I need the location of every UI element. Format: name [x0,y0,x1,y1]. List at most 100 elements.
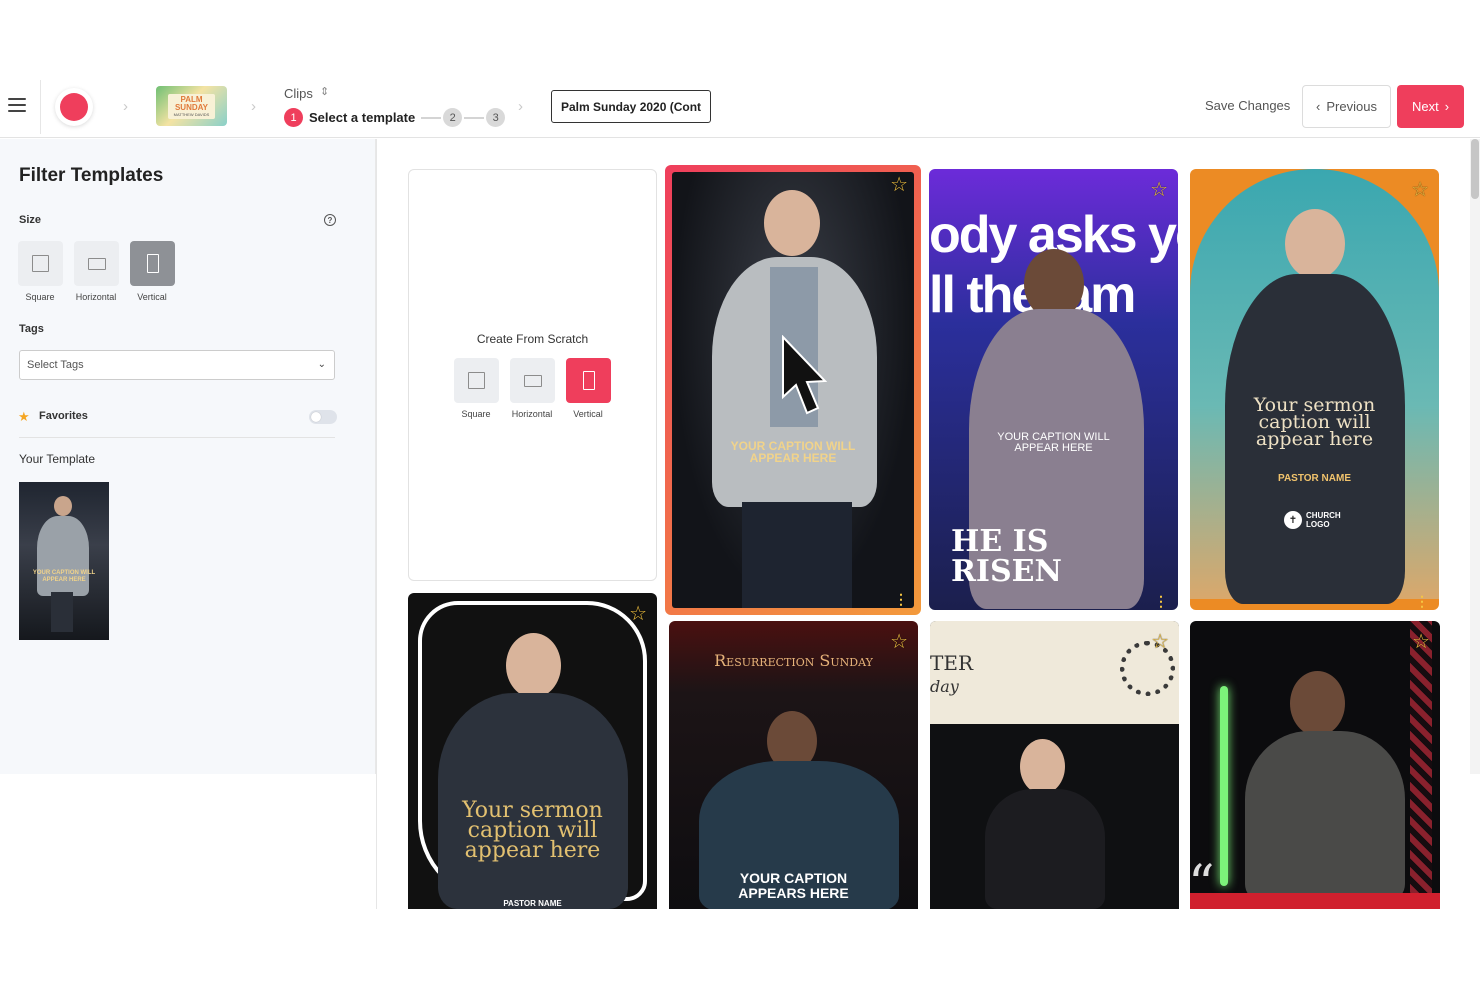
tags-placeholder: Select Tags [27,359,84,371]
step-1-label: Select a template [309,110,416,125]
template-card-4[interactable]: Your sermon caption will appear here PAS… [408,593,657,909]
step-connector [421,116,442,119]
horizontal-icon [87,257,106,270]
star-icon[interactable]: ☆ [890,172,908,197]
vertical-icon [582,371,595,390]
scratch-title: Create From Scratch [476,332,589,346]
star-icon[interactable]: ☆ [629,601,647,626]
project-name-field[interactable]: Palm Sunday 2020 (Cont [551,90,711,123]
tags-label: Tags [19,323,44,335]
thumb-line3: MATTHEW DAVIDS [173,111,210,117]
filter-sidebar: Filter Templates Size ? Square Horizonta… [0,139,376,774]
scrollbar[interactable] [1470,139,1480,774]
size-square-label: Square [25,292,55,302]
scratch-square-label: Square [461,409,491,419]
step-connector [464,116,485,119]
quote-icon: “ [1190,855,1215,909]
star-icon[interactable]: ☆ [1151,629,1169,654]
speaker-legs [51,592,73,632]
template-pastor: PASTOR NAME [1278,473,1351,484]
square-icon [468,372,485,389]
speaker-legs [742,502,852,608]
chevron-right-icon: › [518,98,523,115]
divider [376,139,377,909]
divider [40,80,41,134]
scratch-vertical-button[interactable] [566,358,611,403]
church-logo-icon: ✝ [1284,511,1302,529]
next-label: Next [1411,99,1439,114]
mouse-cursor-icon [782,335,828,415]
chevron-right-icon: › [251,98,256,115]
square-icon [32,255,49,272]
your-template-thumbnail[interactable]: YOUR CAPTION WILL APPEAR HERE [19,482,109,640]
sort-toggle-icon[interactable]: ⇕ [320,85,329,98]
speaker-head [1285,209,1345,279]
step-3[interactable]: 3 [486,108,506,127]
speaker-head [506,633,561,698]
thumb-caption: YOUR CAPTION WILL APPEAR HERE [32,570,96,583]
clips-label: Clips [284,86,313,101]
size-horizontal-label: Horizontal [75,292,117,302]
stepper: 1 Select a template 2 3 [284,108,506,127]
star-icon[interactable]: ☆ [1411,177,1429,202]
template-caption: YOUR CAPTION WILL APPEAR HERE [997,431,1110,454]
scratch-vertical-label: Vertical [573,409,603,419]
size-square-button[interactable] [18,241,63,286]
filter-title: Filter Templates [19,165,164,186]
scrollbar-thumb[interactable] [1471,139,1479,199]
record-icon[interactable] [55,88,93,126]
help-icon[interactable]: ? [324,214,336,226]
next-button[interactable]: Next › [1397,85,1464,128]
save-changes-button[interactable]: Save Changes [1205,98,1290,113]
scratch-horizontal-label: Horizontal [511,409,553,419]
top-bar: › PALM SUNDAY MATTHEW DAVIDS › Clips ⇕ 1… [0,76,1480,138]
speaker-body [37,516,89,596]
step-1[interactable]: 1 [284,108,303,127]
size-vertical-label: Vertical [137,292,167,302]
more-icon[interactable]: ⋮ [1415,594,1429,608]
vertical-icon [146,254,159,273]
star-icon[interactable]: ☆ [1412,629,1430,654]
star-icon[interactable]: ☆ [1150,177,1168,202]
size-horizontal-button[interactable] [74,241,119,286]
chevron-left-icon: ‹ [1316,99,1321,114]
size-label: Size [19,214,42,226]
template-caption: Your sermon caption will appear here [1253,394,1376,450]
chevron-down-icon: ⌄ [317,359,326,370]
scratch-horizontal-button[interactable] [510,358,555,403]
template-card-7[interactable]: “ ☆ [1190,621,1440,909]
video-thumbnail[interactable]: PALM SUNDAY MATTHEW DAVIDS [156,86,227,126]
more-icon[interactable]: ⋮ [1154,594,1168,608]
create-from-scratch-card: Create From Scratch Square Horizontal Ve… [408,169,657,581]
template-card-5[interactable]: Resurrection Sunday YOUR CAPTION APPEARS… [669,621,918,909]
truss-decoration [1410,621,1432,909]
speaker-head [54,496,72,516]
star-icon[interactable]: ☆ [890,629,908,654]
chevron-right-icon: › [123,98,128,115]
speaker-body [985,789,1105,909]
template-caption: YOUR CAPTION WILL APPEAR HERE [730,439,856,465]
template-church: CHURCH LOGO [1306,511,1341,529]
thumb-line2: SUNDAY [174,102,209,112]
favorites-label: Favorites [39,410,88,422]
scratch-square-button[interactable] [454,358,499,403]
light-bar [1220,686,1228,886]
size-vertical-button[interactable] [130,241,175,286]
hamburger-icon[interactable] [8,98,26,114]
template-header: TER [930,651,973,675]
horizontal-icon [523,374,542,387]
favorites-toggle[interactable] [309,410,337,424]
previous-label: Previous [1326,99,1377,114]
template-card-3[interactable]: Your sermon caption will appear here PAS… [1190,169,1439,610]
more-icon[interactable]: ⋮ [894,592,908,606]
speaker-head [1290,671,1345,736]
divider [19,437,335,438]
template-card-2[interactable]: ody asks yo ll the lam YOUR CAPTION WILL… [929,169,1178,610]
your-template-label: Your Template [19,452,96,466]
step-2[interactable]: 2 [443,108,463,127]
tags-select[interactable]: Select Tags ⌄ [19,350,335,380]
chevron-right-icon: › [1444,99,1450,114]
previous-button[interactable]: ‹ Previous [1302,85,1391,128]
template-card-6[interactable]: TER day ☆ [930,621,1179,909]
template-caption: YOUR CAPTION APPEARS HERE [738,870,849,901]
